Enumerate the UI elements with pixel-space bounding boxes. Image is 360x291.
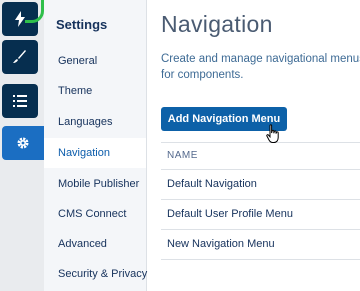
nav-item-theme[interactable]: Theme [44, 76, 146, 106]
nav-item-mobile-publisher[interactable]: Mobile Publisher [44, 169, 146, 199]
paintbrush-icon [13, 50, 27, 64]
list-button[interactable] [2, 84, 38, 118]
nav-item-languages[interactable]: Languages [44, 107, 146, 137]
table-row[interactable]: Default User Profile Menu [161, 200, 360, 230]
nav-item-navigation[interactable]: Navigation [44, 138, 146, 168]
icon-rail [0, 0, 44, 291]
nav-item-security-privacy[interactable]: Security & Privacy [44, 259, 147, 289]
page-title: Navigation [161, 11, 273, 37]
lightning-button[interactable] [2, 0, 44, 36]
nav-item-cms-connect[interactable]: CMS Connect [44, 199, 146, 229]
table-row[interactable]: New Navigation Menu [161, 230, 360, 260]
page-description: Create and manage navigational menus for… [161, 53, 360, 81]
nav-item-advanced[interactable]: Advanced [44, 229, 146, 259]
status-ring [25, 0, 44, 23]
navigation-menu-table: NAME Default Navigation Default User Pro… [161, 142, 360, 260]
main-content: Navigation Create and manage navigationa… [146, 0, 360, 291]
column-header-name[interactable]: NAME [161, 142, 360, 170]
paintbrush-button[interactable] [2, 40, 38, 74]
list-icon [13, 95, 27, 107]
settings-button[interactable] [2, 126, 44, 160]
gear-icon [16, 136, 30, 150]
settings-title: Settings [56, 17, 108, 32]
settings-nav: Settings General Theme Languages Navigat… [44, 0, 147, 291]
table-row[interactable]: Default Navigation [161, 170, 360, 200]
hand-cursor-icon [266, 124, 282, 149]
nav-item-general[interactable]: General [44, 46, 146, 76]
